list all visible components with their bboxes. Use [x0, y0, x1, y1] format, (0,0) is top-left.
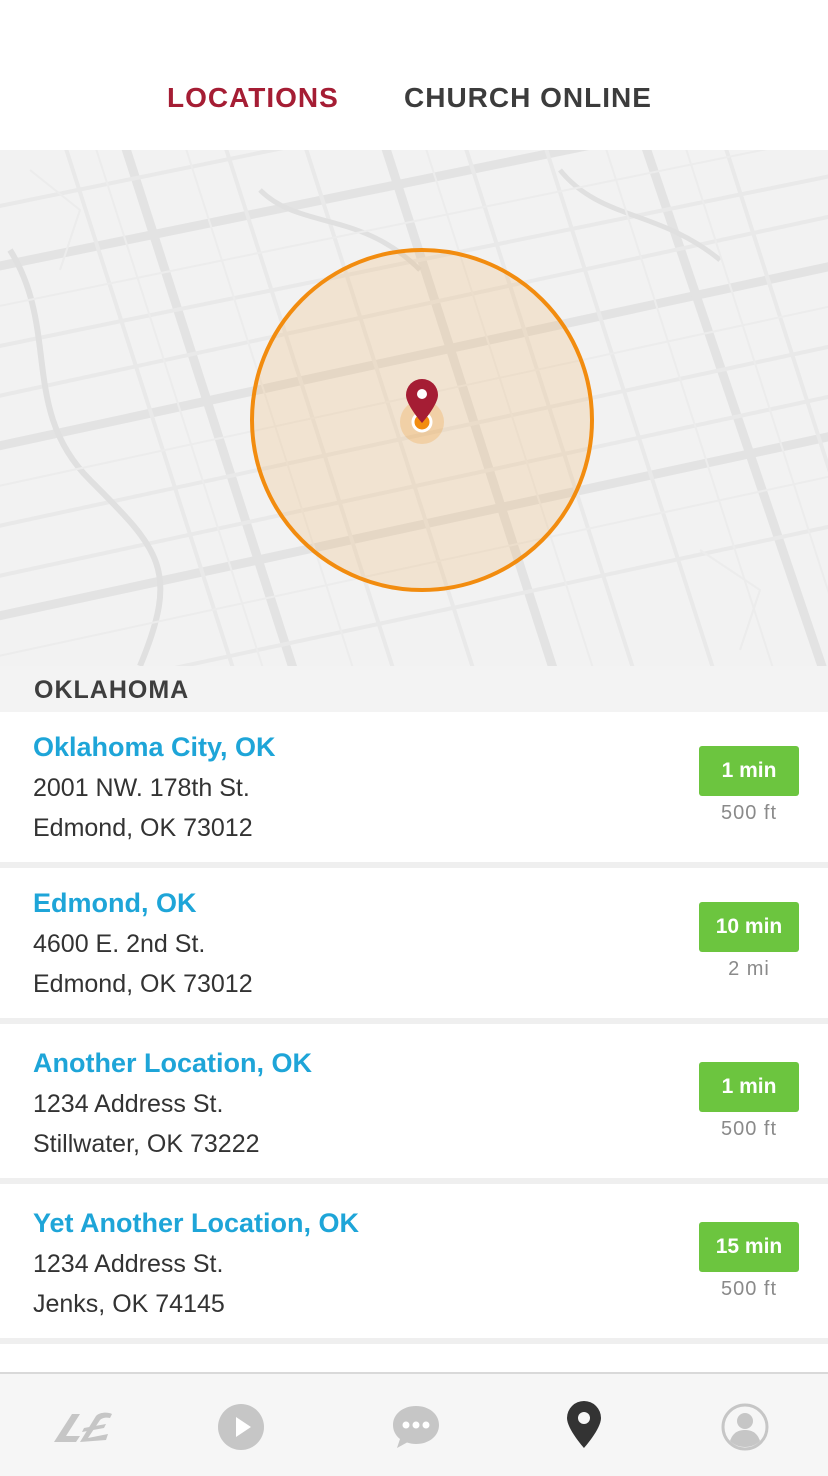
distance-label: 2 mi [728, 958, 770, 980]
section-title: OKLAHOMA [34, 676, 190, 704]
top-tab-bar: LOCATIONS CHURCH ONLINE [0, 0, 828, 150]
chat-icon[interactable] [390, 1402, 444, 1456]
location-address-line2: Edmond, OK 73012 [33, 970, 253, 998]
location-item[interactable]: Edmond, OK 4600 E. 2nd St. Edmond, OK 73… [0, 868, 828, 1024]
map-pin-icon[interactable] [564, 1400, 604, 1456]
location-name[interactable]: Another Location, OK [33, 1048, 312, 1079]
distance-label: 500 ft [720, 802, 778, 824]
location-address-line2: Jenks, OK 74145 [33, 1290, 225, 1318]
location-item[interactable]: Yet Another Location, OK 1234 Address St… [0, 1188, 828, 1344]
location-item[interactable]: Oklahoma City, OK 2001 NW. 178th St. Edm… [0, 712, 828, 868]
location-name[interactable]: Edmond, OK [33, 888, 197, 919]
drive-time-badge: 1 min [699, 1062, 799, 1112]
location-address-line1: 1234 Address St. [33, 1090, 224, 1118]
location-name[interactable]: Oklahoma City, OK [33, 732, 276, 763]
location-address-line2: Edmond, OK 73012 [33, 814, 253, 842]
brand-logo-icon[interactable] [50, 1408, 116, 1448]
profile-icon[interactable] [720, 1402, 774, 1456]
tab-locations[interactable]: LOCATIONS [167, 82, 339, 114]
location-address-line1: 2001 NW. 178th St. [33, 774, 250, 802]
section-header: OKLAHOMA [0, 666, 828, 712]
location-item[interactable]: Another Location, OK 1234 Address St. St… [0, 1028, 828, 1184]
bottom-tab-bar [0, 1372, 828, 1476]
map-pin-icon[interactable] [404, 378, 440, 424]
distance-label: 500 ft [720, 1278, 778, 1300]
distance-label: 500 ft [720, 1118, 778, 1140]
play-icon[interactable] [216, 1402, 270, 1456]
tab-church-online[interactable]: CHURCH ONLINE [404, 82, 652, 114]
drive-time-badge: 10 min [699, 902, 799, 952]
location-address-line2: Stillwater, OK 73222 [33, 1130, 260, 1158]
location-name[interactable]: Yet Another Location, OK [33, 1208, 359, 1239]
drive-time-badge: 15 min [699, 1222, 799, 1272]
drive-time-badge: 1 min [699, 746, 799, 796]
location-address-line1: 4600 E. 2nd St. [33, 930, 206, 958]
location-address-line1: 1234 Address St. [33, 1250, 224, 1278]
map-view[interactable] [0, 150, 828, 666]
